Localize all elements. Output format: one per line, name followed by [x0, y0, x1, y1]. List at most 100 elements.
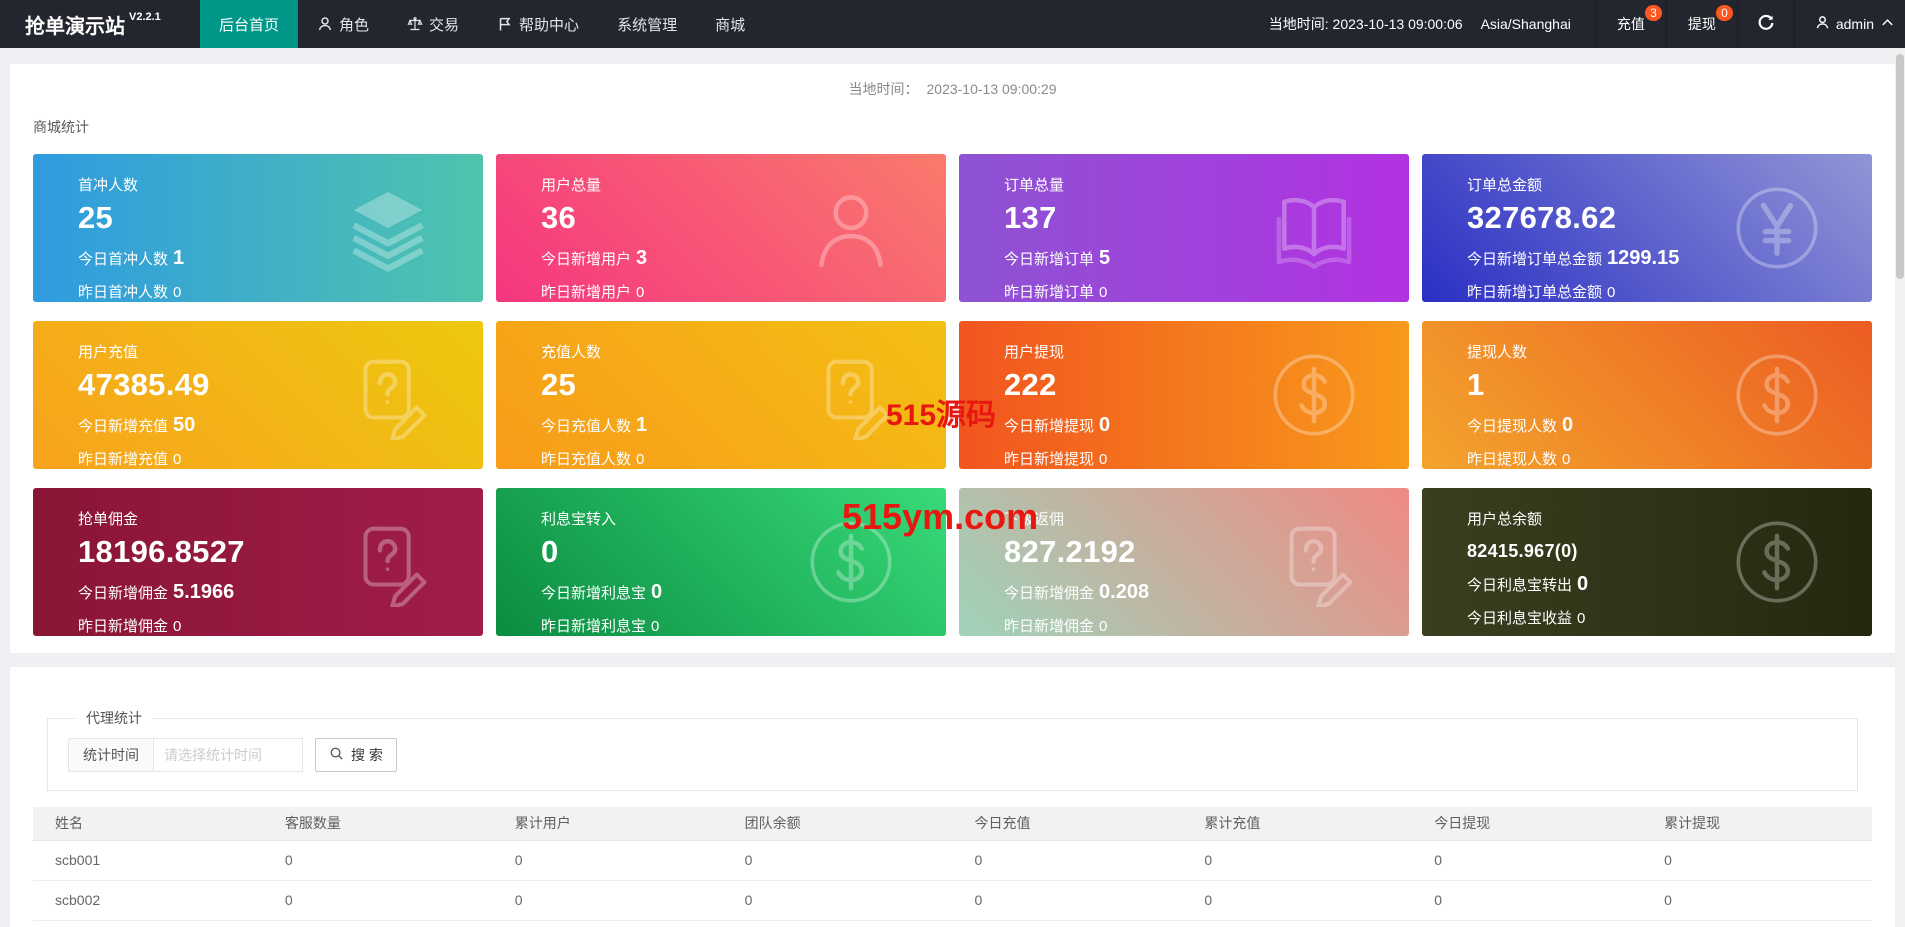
column-header: 客服数量 [262, 807, 493, 841]
nav-item-label: 帮助中心 [519, 16, 580, 34]
card-yesterday-line: 今日利息宝收益 0 [1467, 610, 1586, 627]
table-cell: sc003 [33, 920, 263, 927]
card-yesterday-line: 昨日新增佣金 0 [1004, 618, 1108, 635]
book-icon [1269, 183, 1359, 273]
withdraw-badge: 0 [1716, 5, 1733, 21]
stat-card-12: 用户总余额 82415.967(0) 今日利息宝转出 0 今日利息宝收益 0 [1422, 488, 1872, 636]
admin-menu[interactable]: admin [1793, 0, 1905, 48]
panel-local-time: 当地时间： 2023-10-13 09:00:29 [10, 64, 1895, 99]
column-header: 今日提现 [1412, 807, 1643, 841]
layers-icon [343, 183, 433, 273]
table-cell: 0 [262, 920, 493, 927]
agent-table-body: scb0010000000scb0020000000sc0030000000 [33, 840, 1872, 927]
panel-time-label: 当地时间： [848, 81, 919, 97]
card-yesterday-line: 昨日新增用户 0 [541, 284, 645, 301]
agent-panel: 代理统计 统计时间 搜 索 姓名客服数量累计用户团队余额今日充值累计充值今日提现… [10, 667, 1895, 927]
nav-item-label: 交易 [429, 16, 460, 34]
nav-item-label: 商城 [715, 16, 746, 34]
card-yesterday-line: 昨日充值人数 0 [541, 451, 645, 468]
stat-card-4: 订单总金额 327678.62 今日新增订单总金额 1299.15 昨日新增订单总金额 0 [1422, 154, 1872, 302]
table-cell: 0 [952, 920, 1183, 927]
brand-title: 抢单演示站 V2.2.1 [0, 0, 200, 48]
card-yesterday-line: 昨日首冲人数 0 [78, 284, 182, 301]
table-cell: 0 [1182, 840, 1413, 881]
refresh-icon [1757, 14, 1775, 35]
stats-panel: 当地时间： 2023-10-13 09:00:29 商城统计 首冲人数 25 今日首冲… [10, 64, 1895, 653]
card-yesterday-line: 昨日新增充值 0 [78, 451, 182, 468]
table-cell: 0 [262, 880, 493, 921]
dollar-circle-icon [1732, 517, 1822, 607]
app-root: 抢单演示站 V2.2.1 后台首页 角色 交易 帮助中心 系统管理 商城 当地时间: 20… [0, 0, 1905, 927]
table-row: sc0030000000 [33, 920, 1872, 927]
table-cell: 0 [492, 880, 723, 921]
stat-card-2: 用户总量 36 今日新增用户 3 昨日新增用户 0 [496, 154, 946, 302]
table-cell: 0 [1642, 880, 1872, 921]
nav-timezone: Asia/Shanghai [1480, 16, 1571, 32]
table-cell: 0 [262, 840, 493, 881]
nav-item-5[interactable]: 系统管理 [598, 0, 696, 48]
order-doc-icon [343, 517, 433, 607]
nav-menu: 后台首页 角色 交易 帮助中心 系统管理 商城 [200, 0, 764, 48]
withdraw-button[interactable]: 提现 0 [1665, 0, 1737, 48]
table-row: scb001 0 0 0 0 0 0 0 [33, 840, 1872, 881]
agent-fieldset: 代理统计 统计时间 搜 索 [47, 708, 1858, 791]
filter-row: 统计时间 搜 索 [68, 738, 1837, 772]
table-cell: 0 [1182, 920, 1413, 927]
stat-time-input[interactable] [153, 738, 303, 772]
refresh-button[interactable] [1736, 0, 1794, 48]
nav-item-3[interactable]: 交易 [388, 0, 478, 48]
table-cell: 0 [722, 920, 953, 927]
column-header: 团队余额 [722, 807, 953, 841]
stat-card-8: 提现人数 1 今日提现人数 0 昨日提现人数 0 [1422, 321, 1872, 469]
table-cell: 0 [1412, 840, 1643, 881]
table-cell: 0 [1642, 920, 1872, 927]
brand-version: V2.2.1 [129, 11, 161, 23]
table-cell: 0 [952, 880, 1183, 921]
card-yesterday-line: 昨日新增订单总金额 0 [1467, 284, 1616, 301]
table-cell: scb001 [33, 840, 263, 881]
search-button[interactable]: 搜 索 [315, 738, 397, 772]
order-doc-icon [343, 350, 433, 440]
nav-item-6[interactable]: 商城 [696, 0, 764, 48]
table-cell: scb002 [33, 880, 263, 921]
watermark-text: 515源码 [886, 399, 997, 432]
nav-local-time: 当地时间: 2023-10-13 09:00:06 [1268, 16, 1463, 32]
table-cell: 0 [952, 840, 1183, 881]
column-header: 累计用户 [492, 807, 723, 841]
stat-card-5: 用户充值 47385.49 今日新增充值 50 昨日新增充值 0 [33, 321, 483, 469]
agent-table: 姓名 客服数量 累计用户 团队余额 今日充值 累计充值 今日提现 累计提现 scb001 0 0 0… [33, 807, 1872, 927]
stat-card-3: 订单总量 137 今日新增订单 5 昨日新增订单 0 [959, 154, 1409, 302]
table-cell: 0 [492, 840, 723, 881]
table-cell: 0 [1412, 920, 1643, 927]
section-title: 商城统计 [33, 119, 89, 135]
nav-item-2[interactable]: 角色 [298, 0, 388, 48]
nav-item-label: 后台首页 [219, 16, 280, 34]
stat-card-9: 抢单佣金 18196.8527 今日新增佣金 5.1966 昨日新增佣金 0 [33, 488, 483, 636]
recharge-badge: 3 [1645, 5, 1662, 21]
table-cell: 0 [722, 880, 953, 921]
scrollbar-thumb[interactable] [1896, 54, 1904, 279]
card-yesterday-line: 昨日新增提现 0 [1004, 451, 1108, 468]
column-header: 姓名 [33, 807, 263, 841]
top-navbar: 抢单演示站 V2.2.1 后台首页 角色 交易 帮助中心 系统管理 商城 当地时间: 20… [0, 0, 1905, 48]
table-cell: 0 [722, 840, 953, 881]
nav-item-1[interactable]: 后台首页 [200, 0, 299, 48]
table-cell: 0 [1182, 880, 1413, 921]
column-header: 今日充值 [952, 807, 1183, 841]
card-yesterday-line: 昨日新增佣金 0 [78, 618, 182, 635]
brand-name: 抢单演示站 [25, 15, 125, 38]
user-icon [1815, 15, 1830, 33]
column-header: 累计提现 [1642, 807, 1872, 841]
nav-item-4[interactable]: 帮助中心 [478, 0, 598, 48]
column-header: 累计充值 [1182, 807, 1413, 841]
stat-card-1: 首冲人数 25 今日首冲人数 1 昨日首冲人数 0 [33, 154, 483, 302]
table-cell: 0 [492, 920, 723, 927]
navbar-right: 当地时间: 2023-10-13 09:00:06 Asia/Shanghai … [1269, 0, 1905, 48]
agent-table-head: 姓名 客服数量 累计用户 团队余额 今日充值 累计充值 今日提现 累计提现 [33, 807, 1872, 841]
recharge-button[interactable]: 充值 3 [1594, 0, 1666, 48]
order-doc-icon [806, 350, 896, 440]
page-scrollbar[interactable] [1895, 48, 1905, 927]
dollar-circle-icon [1732, 350, 1822, 440]
table-row: scb002 0 0 0 0 0 0 0 [33, 880, 1872, 921]
header-row: 姓名 客服数量 累计用户 团队余额 今日充值 累计充值 今日提现 累计提现 [33, 807, 1872, 841]
